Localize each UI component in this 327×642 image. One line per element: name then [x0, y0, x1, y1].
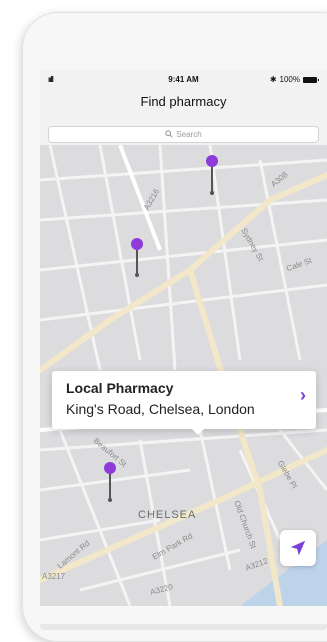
district-label: CHELSEA	[138, 509, 197, 521]
current-location-button[interactable]	[280, 530, 316, 566]
status-bar: ııll 9:41 AM ✱ 100%	[40, 70, 327, 90]
chevron-right-icon[interactable]: ›	[300, 385, 306, 406]
street-label: A3217	[42, 572, 66, 581]
status-right: ✱ 100%	[269, 75, 319, 84]
search-input[interactable]: Search	[48, 126, 319, 143]
pharmacy-address: King's Road, Chelsea, London	[66, 401, 255, 417]
battery-icon	[303, 76, 319, 83]
battery-percent: 100%	[279, 75, 300, 84]
card-pointer	[190, 427, 206, 435]
pharmacy-name: Local Pharmacy	[66, 380, 174, 396]
bluetooth-icon: ✱	[269, 75, 277, 84]
phone-frame-bottom	[40, 624, 327, 630]
location-arrow-icon	[290, 540, 306, 556]
map-view[interactable]	[40, 70, 327, 606]
app-screen: A3216 A308 Cale St Sydney St Beaufort St…	[40, 70, 327, 606]
search-placeholder: Search	[176, 130, 202, 139]
search-icon	[165, 129, 173, 140]
page-title: Find pharmacy	[140, 94, 227, 109]
pharmacy-card[interactable]: Local Pharmacy King's Road, Chelsea, Lon…	[52, 371, 316, 429]
